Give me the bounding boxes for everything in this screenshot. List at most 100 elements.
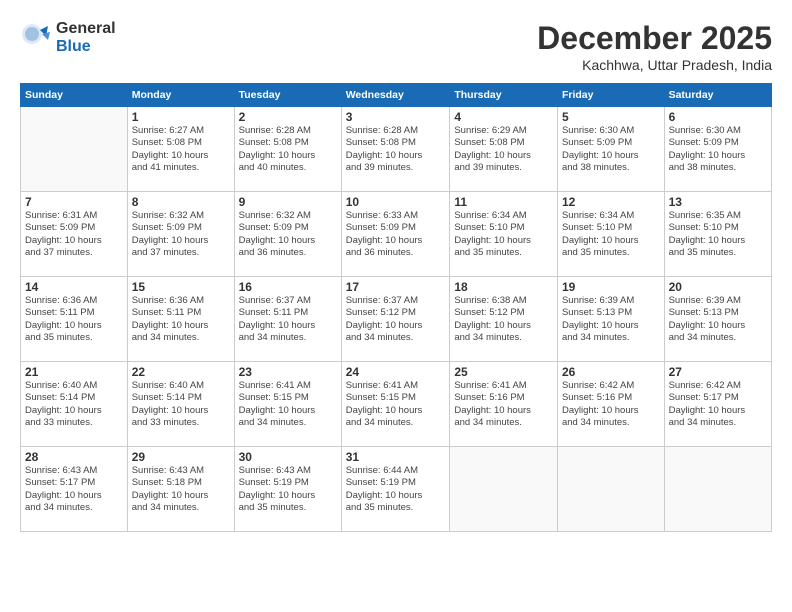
day-info: Sunrise: 6:42 AMSunset: 5:16 PMDaylight:… (562, 380, 660, 429)
day-info: Sunrise: 6:35 AMSunset: 5:10 PMDaylight:… (669, 210, 767, 259)
day-info: Sunrise: 6:41 AMSunset: 5:16 PMDaylight:… (454, 380, 553, 429)
table-row: 9Sunrise: 6:32 AMSunset: 5:09 PMDaylight… (234, 192, 341, 277)
header: General Blue December 2025 Kachhwa, Utta… (20, 20, 772, 73)
day-info: Sunrise: 6:33 AMSunset: 5:09 PMDaylight:… (346, 210, 446, 259)
calendar-header-row: Sunday Monday Tuesday Wednesday Thursday… (21, 84, 772, 107)
calendar-week-row: 14Sunrise: 6:36 AMSunset: 5:11 PMDayligh… (21, 277, 772, 362)
table-row (450, 447, 558, 532)
day-info: Sunrise: 6:34 AMSunset: 5:10 PMDaylight:… (454, 210, 553, 259)
table-row: 13Sunrise: 6:35 AMSunset: 5:10 PMDayligh… (664, 192, 771, 277)
location: Kachhwa, Uttar Pradesh, India (537, 57, 772, 73)
table-row: 27Sunrise: 6:42 AMSunset: 5:17 PMDayligh… (664, 362, 771, 447)
day-number: 28 (25, 450, 123, 464)
day-info: Sunrise: 6:30 AMSunset: 5:09 PMDaylight:… (669, 125, 767, 174)
day-info: Sunrise: 6:32 AMSunset: 5:09 PMDaylight:… (239, 210, 337, 259)
day-info: Sunrise: 6:42 AMSunset: 5:17 PMDaylight:… (669, 380, 767, 429)
table-row: 8Sunrise: 6:32 AMSunset: 5:09 PMDaylight… (127, 192, 234, 277)
table-row: 14Sunrise: 6:36 AMSunset: 5:11 PMDayligh… (21, 277, 128, 362)
day-info: Sunrise: 6:43 AMSunset: 5:19 PMDaylight:… (239, 465, 337, 514)
day-number: 23 (239, 365, 337, 379)
day-number: 19 (562, 280, 660, 294)
day-number: 11 (454, 195, 553, 209)
table-row: 12Sunrise: 6:34 AMSunset: 5:10 PMDayligh… (557, 192, 664, 277)
table-row: 6Sunrise: 6:30 AMSunset: 5:09 PMDaylight… (664, 107, 771, 192)
day-info: Sunrise: 6:40 AMSunset: 5:14 PMDaylight:… (25, 380, 123, 429)
table-row: 11Sunrise: 6:34 AMSunset: 5:10 PMDayligh… (450, 192, 558, 277)
logo-text: General Blue (56, 20, 116, 55)
table-row: 28Sunrise: 6:43 AMSunset: 5:17 PMDayligh… (21, 447, 128, 532)
table-row: 24Sunrise: 6:41 AMSunset: 5:15 PMDayligh… (341, 362, 450, 447)
day-number: 29 (132, 450, 230, 464)
table-row: 1Sunrise: 6:27 AMSunset: 5:08 PMDaylight… (127, 107, 234, 192)
day-info: Sunrise: 6:31 AMSunset: 5:09 PMDaylight:… (25, 210, 123, 259)
day-number: 9 (239, 195, 337, 209)
title-section: December 2025 Kachhwa, Uttar Pradesh, In… (537, 20, 772, 73)
table-row (557, 447, 664, 532)
day-number: 17 (346, 280, 446, 294)
table-row: 17Sunrise: 6:37 AMSunset: 5:12 PMDayligh… (341, 277, 450, 362)
table-row: 18Sunrise: 6:38 AMSunset: 5:12 PMDayligh… (450, 277, 558, 362)
calendar: Sunday Monday Tuesday Wednesday Thursday… (20, 83, 772, 532)
table-row: 19Sunrise: 6:39 AMSunset: 5:13 PMDayligh… (557, 277, 664, 362)
day-number: 20 (669, 280, 767, 294)
day-info: Sunrise: 6:32 AMSunset: 5:09 PMDaylight:… (132, 210, 230, 259)
day-number: 2 (239, 110, 337, 124)
table-row: 2Sunrise: 6:28 AMSunset: 5:08 PMDaylight… (234, 107, 341, 192)
day-info: Sunrise: 6:44 AMSunset: 5:19 PMDaylight:… (346, 465, 446, 514)
table-row: 22Sunrise: 6:40 AMSunset: 5:14 PMDayligh… (127, 362, 234, 447)
table-row: 30Sunrise: 6:43 AMSunset: 5:19 PMDayligh… (234, 447, 341, 532)
calendar-week-row: 21Sunrise: 6:40 AMSunset: 5:14 PMDayligh… (21, 362, 772, 447)
day-info: Sunrise: 6:28 AMSunset: 5:08 PMDaylight:… (239, 125, 337, 174)
col-tuesday: Tuesday (234, 84, 341, 107)
day-number: 18 (454, 280, 553, 294)
logo: General Blue (20, 20, 116, 55)
col-saturday: Saturday (664, 84, 771, 107)
table-row: 29Sunrise: 6:43 AMSunset: 5:18 PMDayligh… (127, 447, 234, 532)
table-row: 5Sunrise: 6:30 AMSunset: 5:09 PMDaylight… (557, 107, 664, 192)
logo-general: General (56, 20, 116, 38)
table-row: 3Sunrise: 6:28 AMSunset: 5:08 PMDaylight… (341, 107, 450, 192)
table-row: 25Sunrise: 6:41 AMSunset: 5:16 PMDayligh… (450, 362, 558, 447)
day-number: 10 (346, 195, 446, 209)
day-number: 1 (132, 110, 230, 124)
day-info: Sunrise: 6:38 AMSunset: 5:12 PMDaylight:… (454, 295, 553, 344)
col-sunday: Sunday (21, 84, 128, 107)
day-info: Sunrise: 6:39 AMSunset: 5:13 PMDaylight:… (669, 295, 767, 344)
col-wednesday: Wednesday (341, 84, 450, 107)
day-info: Sunrise: 6:28 AMSunset: 5:08 PMDaylight:… (346, 125, 446, 174)
table-row: 26Sunrise: 6:42 AMSunset: 5:16 PMDayligh… (557, 362, 664, 447)
col-thursday: Thursday (450, 84, 558, 107)
day-number: 27 (669, 365, 767, 379)
day-info: Sunrise: 6:36 AMSunset: 5:11 PMDaylight:… (132, 295, 230, 344)
day-info: Sunrise: 6:29 AMSunset: 5:08 PMDaylight:… (454, 125, 553, 174)
day-number: 8 (132, 195, 230, 209)
day-number: 3 (346, 110, 446, 124)
day-info: Sunrise: 6:40 AMSunset: 5:14 PMDaylight:… (132, 380, 230, 429)
table-row: 20Sunrise: 6:39 AMSunset: 5:13 PMDayligh… (664, 277, 771, 362)
table-row: 7Sunrise: 6:31 AMSunset: 5:09 PMDaylight… (21, 192, 128, 277)
table-row: 15Sunrise: 6:36 AMSunset: 5:11 PMDayligh… (127, 277, 234, 362)
table-row: 23Sunrise: 6:41 AMSunset: 5:15 PMDayligh… (234, 362, 341, 447)
day-number: 21 (25, 365, 123, 379)
table-row (664, 447, 771, 532)
day-info: Sunrise: 6:36 AMSunset: 5:11 PMDaylight:… (25, 295, 123, 344)
day-info: Sunrise: 6:27 AMSunset: 5:08 PMDaylight:… (132, 125, 230, 174)
day-info: Sunrise: 6:30 AMSunset: 5:09 PMDaylight:… (562, 125, 660, 174)
month-title: December 2025 (537, 20, 772, 57)
col-friday: Friday (557, 84, 664, 107)
day-number: 5 (562, 110, 660, 124)
table-row (21, 107, 128, 192)
col-monday: Monday (127, 84, 234, 107)
logo-icon (20, 22, 52, 54)
day-number: 6 (669, 110, 767, 124)
table-row: 10Sunrise: 6:33 AMSunset: 5:09 PMDayligh… (341, 192, 450, 277)
calendar-week-row: 28Sunrise: 6:43 AMSunset: 5:17 PMDayligh… (21, 447, 772, 532)
day-number: 15 (132, 280, 230, 294)
day-info: Sunrise: 6:37 AMSunset: 5:12 PMDaylight:… (346, 295, 446, 344)
day-info: Sunrise: 6:43 AMSunset: 5:17 PMDaylight:… (25, 465, 123, 514)
day-number: 7 (25, 195, 123, 209)
day-number: 31 (346, 450, 446, 464)
day-info: Sunrise: 6:43 AMSunset: 5:18 PMDaylight:… (132, 465, 230, 514)
day-info: Sunrise: 6:37 AMSunset: 5:11 PMDaylight:… (239, 295, 337, 344)
table-row: 31Sunrise: 6:44 AMSunset: 5:19 PMDayligh… (341, 447, 450, 532)
